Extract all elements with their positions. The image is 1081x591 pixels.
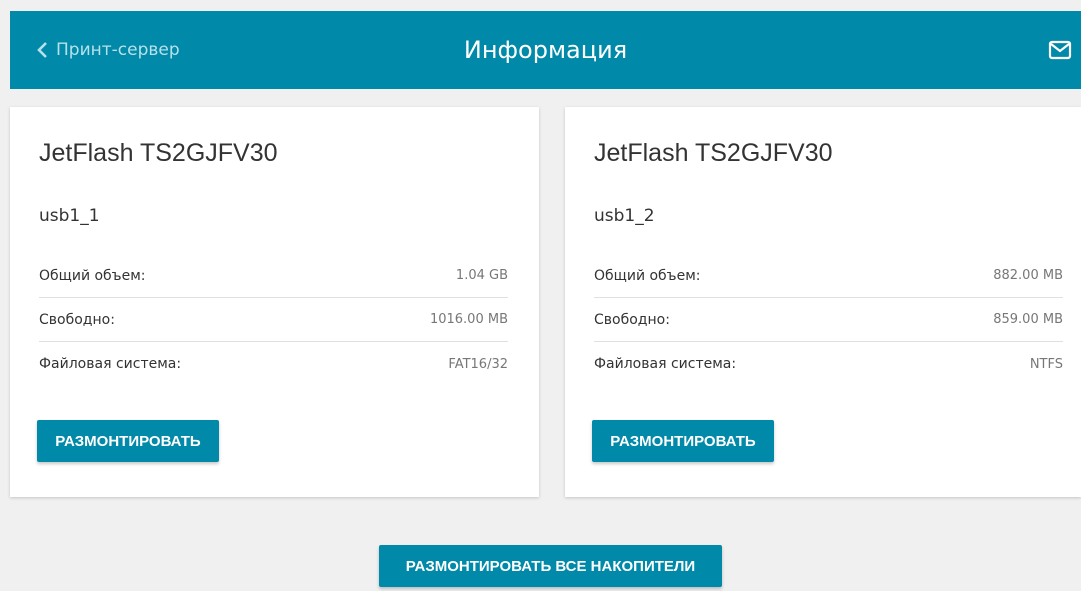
page-header: Принт-сервер Информация bbox=[10, 11, 1081, 89]
info-label: Свободно: bbox=[594, 311, 670, 328]
drive-card-usb1-2: JetFlash TS2GJFV30 usb1_2 Общий объем: 8… bbox=[565, 107, 1081, 497]
unmount-all-button[interactable]: РАЗМОНТИРОВАТЬ ВСЕ НАКОПИТЕЛИ bbox=[379, 545, 722, 587]
info-label: Файловая система: bbox=[39, 356, 182, 372]
info-label: Свободно: bbox=[39, 311, 115, 328]
info-label: Общий объем: bbox=[39, 267, 146, 284]
unmount-button[interactable]: РАЗМОНТИРОВАТЬ bbox=[37, 420, 219, 462]
drive-model: JetFlash TS2GJFV30 bbox=[39, 139, 278, 167]
info-value: FAT16/32 bbox=[448, 356, 508, 372]
info-value: 1016.00 MB bbox=[429, 312, 508, 327]
partition-name: usb1_1 bbox=[39, 206, 100, 226]
info-row-total: Общий объем: 882.00 MB bbox=[594, 254, 1063, 298]
info-value: 1.04 GB bbox=[455, 268, 508, 283]
info-value: NTFS bbox=[1029, 356, 1063, 372]
info-value: 859.00 MB bbox=[993, 312, 1063, 327]
drive-info-list: Общий объем: 1.04 GB Свободно: 1016.00 M… bbox=[39, 254, 508, 386]
drive-card-usb1-1: JetFlash TS2GJFV30 usb1_1 Общий объем: 1… bbox=[10, 107, 539, 497]
info-value: 882.00 MB bbox=[993, 268, 1063, 283]
info-row-filesystem: Файловая система: FAT16/32 bbox=[39, 342, 508, 386]
info-row-free: Свободно: 859.00 MB bbox=[594, 298, 1063, 342]
info-row-filesystem: Файловая система: NTFS bbox=[594, 342, 1063, 386]
mail-icon[interactable] bbox=[1048, 39, 1072, 61]
info-row-total: Общий объем: 1.04 GB bbox=[39, 254, 508, 298]
page-title: Информация bbox=[463, 36, 628, 64]
info-row-free: Свободно: 1016.00 MB bbox=[39, 298, 508, 342]
partition-name: usb1_2 bbox=[594, 206, 655, 226]
drive-model: JetFlash TS2GJFV30 bbox=[594, 139, 833, 167]
unmount-button[interactable]: РАЗМОНТИРОВАТЬ bbox=[592, 420, 774, 462]
info-label: Общий объем: bbox=[594, 267, 701, 284]
drive-info-list: Общий объем: 882.00 MB Свободно: 859.00 … bbox=[594, 254, 1063, 386]
info-label: Файловая система: bbox=[594, 356, 737, 372]
